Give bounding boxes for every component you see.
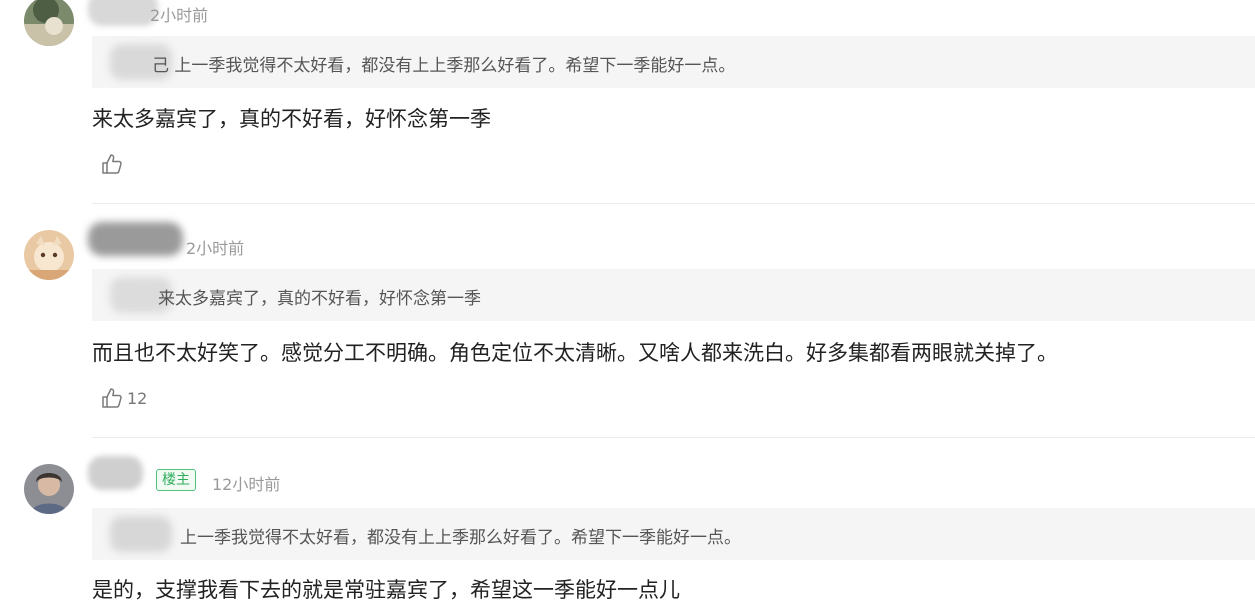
username-blurred[interactable] [88,456,143,490]
comment-timestamp: 2小时前 [186,239,245,258]
comment-body: 是的，支撑我看下去的就是常驻嘉宾了，希望这一季能好一点儿 [92,578,680,602]
quoted-reply-text: 来太多嘉宾了，真的不好看，好怀念第一季 [158,289,481,309]
comment-timestamp: 12小时前 [212,475,281,494]
like-count: 12 [127,388,148,408]
comment-timestamp: 2小时前 [150,6,209,25]
comment-divider [92,437,1255,438]
quoted-reply[interactable]: 来太多嘉宾了，真的不好看，好怀念第一季 [92,269,1255,321]
avatar[interactable] [24,0,74,46]
quoted-reply[interactable]: 己 上一季我觉得不太好看，都没有上上季那么好看了。希望下一季能好一点。 [92,36,1255,88]
username-blurred[interactable] [88,222,183,256]
like-button[interactable]: 12 [100,384,147,412]
op-badge: 楼主 [156,469,196,491]
comment-divider [92,203,1255,204]
comment-body: 而且也不太好笑了。感觉分工不明确。角色定位不太清晰。又啥人都来洗白。好多集都看两… [92,341,1058,365]
comment-body: 来太多嘉宾了，真的不好看，好怀念第一季 [92,107,491,131]
quoted-reply-text: 上一季我觉得不太好看，都没有上上季那么好看了。希望下一季能好一点。 [180,528,741,548]
avatar[interactable] [24,230,74,280]
thumbs-up-icon [102,154,122,174]
like-button[interactable] [100,150,127,178]
quoted-reply[interactable]: 上一季我觉得不太好看，都没有上上季那么好看了。希望下一季能好一点。 [92,508,1255,560]
avatar[interactable] [24,464,74,514]
thumbs-up-icon [102,388,122,408]
quoted-reply-text: 己 上一季我觉得不太好看，都没有上上季那么好看了。希望下一季能好一点。 [152,56,736,76]
quoted-author-blurred [110,516,172,552]
username-blurred[interactable] [88,0,158,26]
